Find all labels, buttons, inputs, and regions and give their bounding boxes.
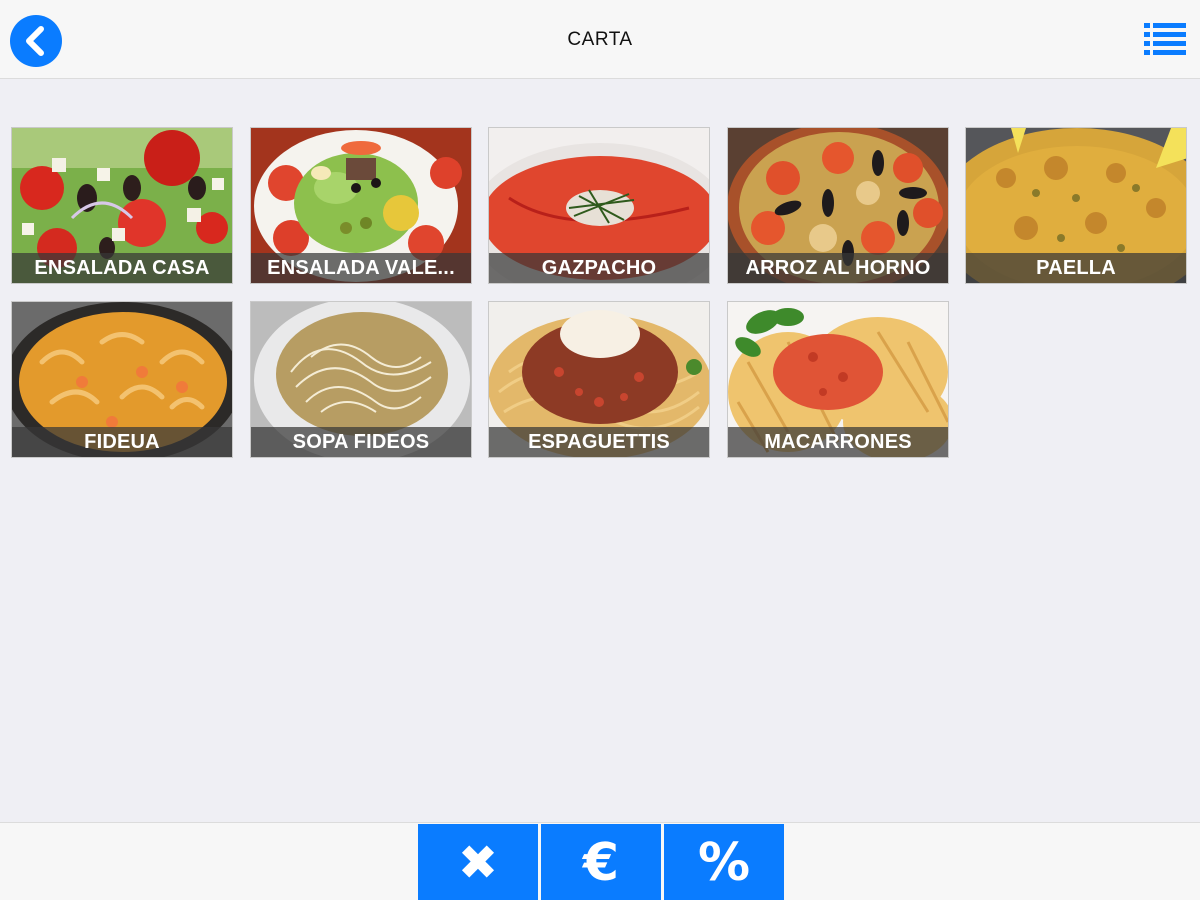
menu-item-label: GAZPACHO [489,253,709,283]
menu-button[interactable] [1144,22,1186,56]
menu-item-label: SOPA FIDEOS [251,427,471,457]
menu-item-sopa-fideos[interactable]: SOPA FIDEOS [250,301,472,458]
menu-item-paella[interactable]: PAELLA [965,127,1187,284]
price-button[interactable]: € [541,824,661,900]
menu-item-macarrones[interactable]: MACARRONES [727,301,949,458]
menu-item-ensalada-valenciana[interactable]: ENSALADA VALE... [250,127,472,284]
menu-item-ensalada-casa[interactable]: ENSALADA CASA [11,127,233,284]
list-icon [1144,23,1186,55]
percent-icon: % [697,832,751,893]
menu-item-arroz-al-horno[interactable]: ARROZ AL HORNO [727,127,949,284]
euro-icon: € [582,832,620,893]
menu-item-label: ENSALADA CASA [12,253,232,283]
menu-item-gazpacho[interactable]: GAZPACHO [488,127,710,284]
menu-item-espaguettis[interactable]: ESPAGUETTIS [488,301,710,458]
discount-button[interactable]: % [664,824,784,900]
menu-item-label: PAELLA [966,253,1186,283]
menu-item-label: FIDEUA [12,427,232,457]
menu-item-fideua[interactable]: FIDEUA [11,301,233,458]
menu-item-label: ENSALADA VALE... [251,253,471,283]
menu-item-label: ARROZ AL HORNO [728,253,948,283]
menu-item-label: MACARRONES [728,427,948,457]
page-title: CARTA [567,29,633,50]
bottom-toolbar: ✖ € % [0,822,1200,900]
menu-item-label: ESPAGUETTIS [489,427,709,457]
navigation-bar: CARTA [0,0,1200,79]
close-icon: ✖ [457,834,499,891]
cancel-button[interactable]: ✖ [418,824,538,900]
